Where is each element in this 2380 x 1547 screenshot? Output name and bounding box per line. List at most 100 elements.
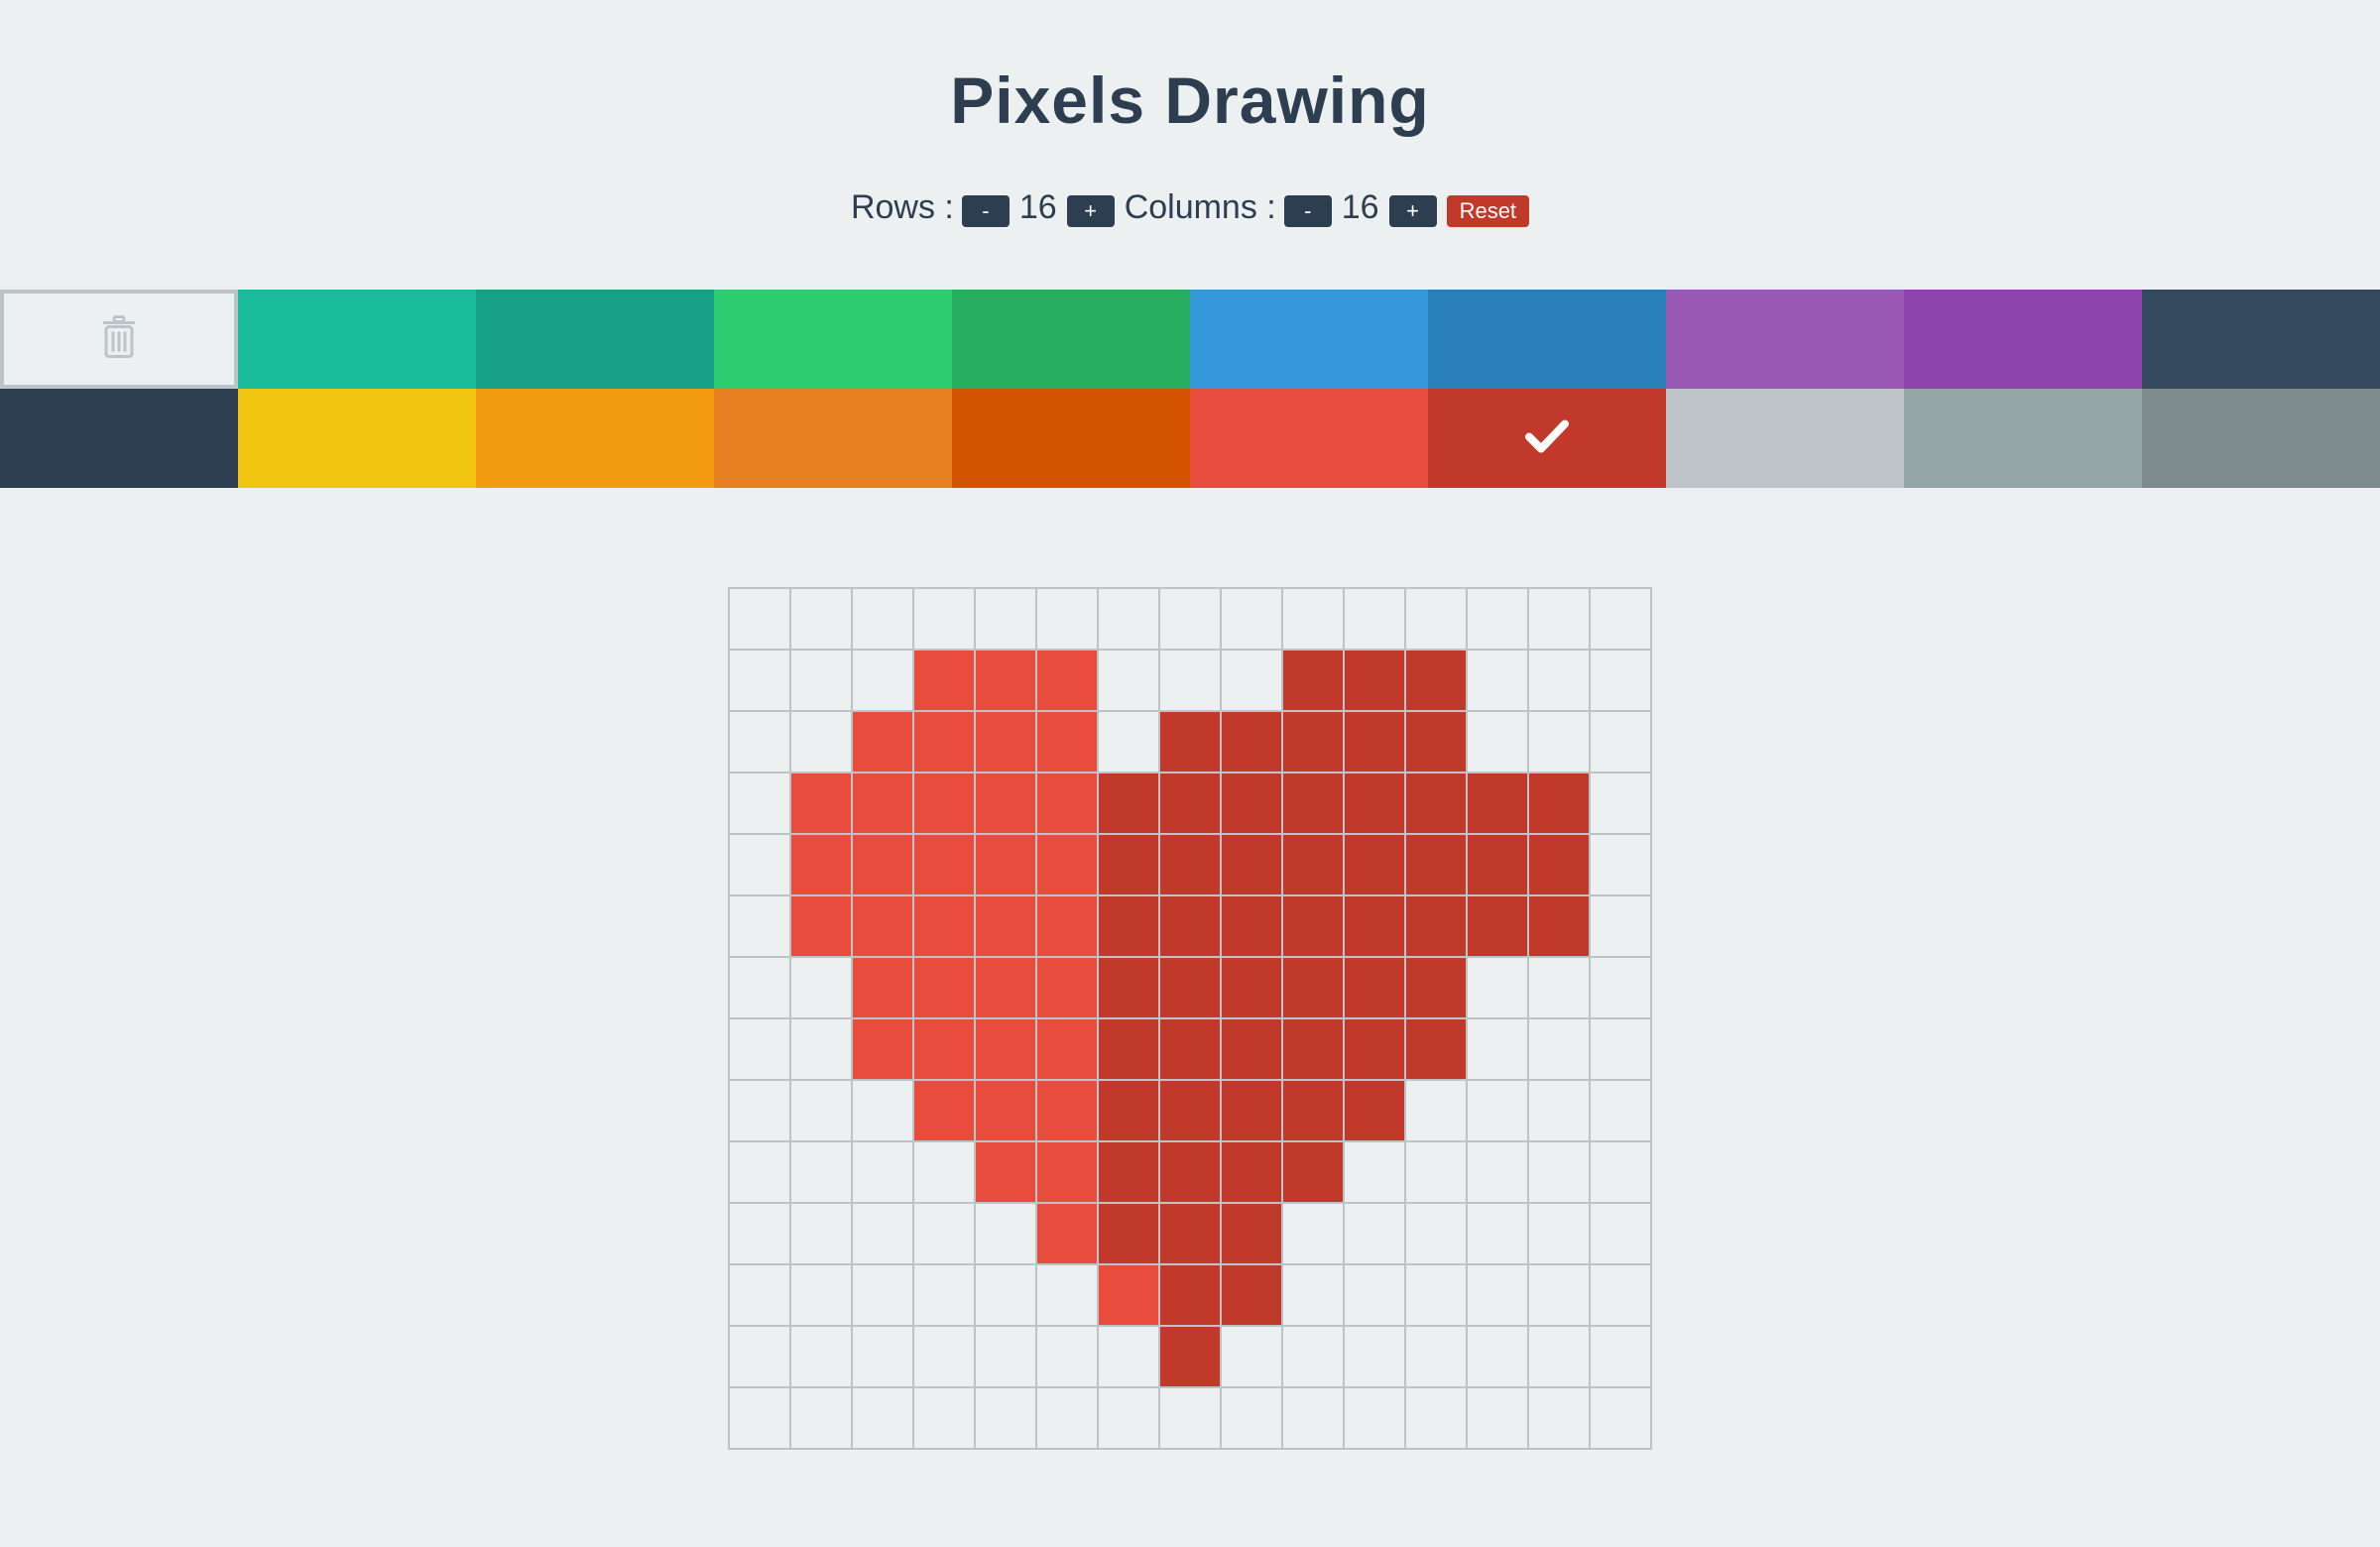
pixel-cell[interactable] bbox=[791, 1142, 853, 1204]
pixel-cell[interactable] bbox=[1529, 1019, 1591, 1081]
rows-decrement-button[interactable]: - bbox=[961, 195, 1010, 227]
pixel-cell[interactable] bbox=[1345, 958, 1406, 1019]
pixel-cell[interactable] bbox=[1222, 896, 1283, 958]
pixel-cell[interactable] bbox=[1283, 712, 1345, 774]
pixel-cell[interactable] bbox=[1037, 1204, 1099, 1265]
pixel-cell[interactable] bbox=[1591, 896, 1652, 958]
pixel-cell[interactable] bbox=[1468, 1327, 1529, 1388]
pixel-cell[interactable] bbox=[1406, 1327, 1468, 1388]
pixel-cell[interactable] bbox=[1591, 712, 1652, 774]
pixel-cell[interactable] bbox=[1591, 1265, 1652, 1327]
pixel-cell[interactable] bbox=[730, 774, 791, 835]
pixel-cell[interactable] bbox=[1591, 1081, 1652, 1142]
swatch-orange[interactable] bbox=[476, 389, 714, 488]
pixel-cell[interactable] bbox=[1160, 1142, 1222, 1204]
pixel-cell[interactable] bbox=[1345, 1327, 1406, 1388]
pixel-cell[interactable] bbox=[1283, 835, 1345, 896]
pixel-cell[interactable] bbox=[1591, 774, 1652, 835]
pixel-cell[interactable] bbox=[976, 1327, 1037, 1388]
pixel-cell[interactable] bbox=[791, 774, 853, 835]
pixel-cell[interactable] bbox=[730, 1081, 791, 1142]
pixel-cell[interactable] bbox=[853, 896, 914, 958]
pixel-cell[interactable] bbox=[1529, 1327, 1591, 1388]
pixel-cell[interactable] bbox=[914, 1019, 976, 1081]
pixel-cell[interactable] bbox=[1222, 712, 1283, 774]
pixel-cell[interactable] bbox=[1406, 896, 1468, 958]
pixel-cell[interactable] bbox=[1406, 1081, 1468, 1142]
pixel-cell[interactable] bbox=[1345, 896, 1406, 958]
pixel-cell[interactable] bbox=[1468, 1142, 1529, 1204]
pixel-cell[interactable] bbox=[1591, 1327, 1652, 1388]
swatch-pomegranate[interactable] bbox=[1428, 389, 1666, 488]
pixel-cell[interactable] bbox=[1160, 896, 1222, 958]
pixel-cell[interactable] bbox=[1160, 1265, 1222, 1327]
pixel-cell[interactable] bbox=[1468, 958, 1529, 1019]
pixel-cell[interactable] bbox=[1591, 1388, 1652, 1450]
pixel-cell[interactable] bbox=[853, 774, 914, 835]
pixel-cell[interactable] bbox=[791, 1388, 853, 1450]
pixel-cell[interactable] bbox=[791, 712, 853, 774]
pixel-cell[interactable] bbox=[1283, 1019, 1345, 1081]
pixel-cell[interactable] bbox=[791, 958, 853, 1019]
pixel-cell[interactable] bbox=[1037, 1388, 1099, 1450]
pixel-cell[interactable] bbox=[730, 896, 791, 958]
pixel-cell[interactable] bbox=[914, 1204, 976, 1265]
pixel-cell[interactable] bbox=[1591, 835, 1652, 896]
columns-decrement-button[interactable]: - bbox=[1283, 195, 1332, 227]
swatch-asbestos[interactable] bbox=[2142, 389, 2380, 488]
pixel-cell[interactable] bbox=[1037, 651, 1099, 712]
swatch-green-sea[interactable] bbox=[476, 290, 714, 389]
pixel-cell[interactable] bbox=[853, 1327, 914, 1388]
pixel-cell[interactable] bbox=[1406, 1265, 1468, 1327]
pixel-cell[interactable] bbox=[1160, 1388, 1222, 1450]
swatch-nephritis[interactable] bbox=[952, 290, 1190, 389]
pixel-cell[interactable] bbox=[1406, 1388, 1468, 1450]
pixel-cell[interactable] bbox=[1406, 712, 1468, 774]
pixel-cell[interactable] bbox=[1222, 651, 1283, 712]
pixel-cell[interactable] bbox=[1099, 1142, 1160, 1204]
pixel-cell[interactable] bbox=[853, 651, 914, 712]
pixel-cell[interactable] bbox=[853, 1265, 914, 1327]
pixel-cell[interactable] bbox=[1283, 1327, 1345, 1388]
pixel-cell[interactable] bbox=[1099, 1327, 1160, 1388]
pixel-cell[interactable] bbox=[730, 1142, 791, 1204]
pixel-cell[interactable] bbox=[791, 589, 853, 651]
pixel-cell[interactable] bbox=[976, 958, 1037, 1019]
pixel-cell[interactable] bbox=[730, 1204, 791, 1265]
pixel-cell[interactable] bbox=[1099, 589, 1160, 651]
pixel-cell[interactable] bbox=[914, 1142, 976, 1204]
pixel-cell[interactable] bbox=[791, 1204, 853, 1265]
pixel-cell[interactable] bbox=[730, 835, 791, 896]
pixel-cell[interactable] bbox=[1529, 1081, 1591, 1142]
pixel-cell[interactable] bbox=[1222, 1265, 1283, 1327]
pixel-cell[interactable] bbox=[1345, 1142, 1406, 1204]
pixel-cell[interactable] bbox=[1283, 1265, 1345, 1327]
pixel-cell[interactable] bbox=[1529, 1142, 1591, 1204]
pixel-cell[interactable] bbox=[730, 1265, 791, 1327]
pixel-cell[interactable] bbox=[1160, 1081, 1222, 1142]
pixel-cell[interactable] bbox=[1345, 1019, 1406, 1081]
swatch-amethyst[interactable] bbox=[1666, 290, 1904, 389]
pixel-cell[interactable] bbox=[1222, 1388, 1283, 1450]
pixel-cell[interactable] bbox=[976, 651, 1037, 712]
pixel-cell[interactable] bbox=[791, 1081, 853, 1142]
pixel-cell[interactable] bbox=[1591, 1204, 1652, 1265]
pixel-cell[interactable] bbox=[914, 896, 976, 958]
pixel-cell[interactable] bbox=[1160, 1327, 1222, 1388]
swatch-emerald[interactable] bbox=[714, 290, 952, 389]
pixel-cell[interactable] bbox=[1529, 1204, 1591, 1265]
pixel-cell[interactable] bbox=[976, 774, 1037, 835]
pixel-cell[interactable] bbox=[914, 958, 976, 1019]
pixel-cell[interactable] bbox=[1099, 774, 1160, 835]
pixel-cell[interactable] bbox=[730, 651, 791, 712]
pixel-cell[interactable] bbox=[853, 1019, 914, 1081]
pixel-cell[interactable] bbox=[976, 1142, 1037, 1204]
pixel-cell[interactable] bbox=[1406, 589, 1468, 651]
pixel-cell[interactable] bbox=[976, 1081, 1037, 1142]
pixel-cell[interactable] bbox=[730, 1327, 791, 1388]
pixel-cell[interactable] bbox=[1037, 712, 1099, 774]
pixel-cell[interactable] bbox=[1160, 651, 1222, 712]
pixel-cell[interactable] bbox=[1529, 651, 1591, 712]
pixel-cell[interactable] bbox=[914, 1081, 976, 1142]
pixel-cell[interactable] bbox=[853, 712, 914, 774]
